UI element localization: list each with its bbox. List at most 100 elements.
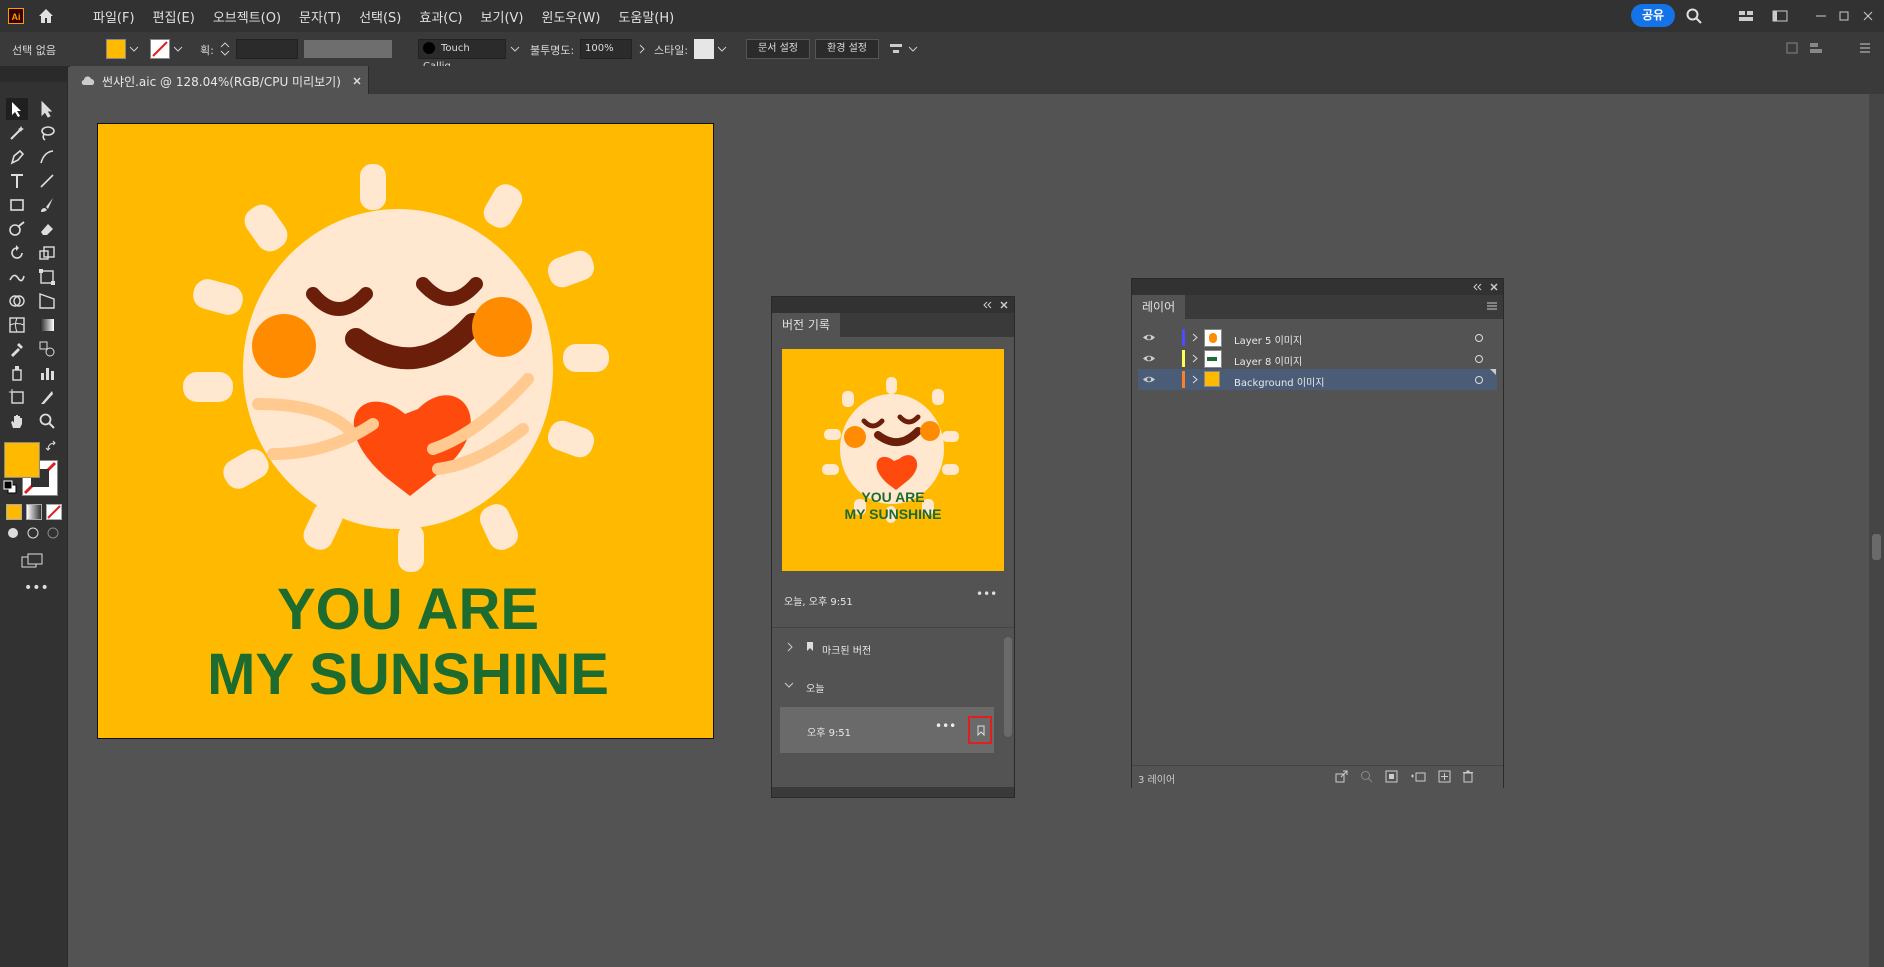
selection-tool[interactable] — [6, 98, 28, 120]
locate-object-icon[interactable] — [1360, 770, 1373, 783]
new-layer-icon[interactable] — [1438, 770, 1451, 783]
layer-name[interactable]: Layer 8 이미지 — [1234, 353, 1302, 368]
menu-edit[interactable]: 편집(E) — [144, 7, 204, 26]
chevron-right-icon[interactable] — [1192, 375, 1198, 384]
close-icon[interactable] — [1490, 283, 1498, 291]
menu-select[interactable]: 선택(S) — [350, 7, 410, 26]
fill-swatch[interactable] — [106, 39, 126, 59]
stroke-weight-field[interactable] — [236, 39, 298, 59]
line-tool[interactable] — [36, 170, 58, 192]
graphic-style-swatch[interactable] — [694, 39, 714, 59]
home-icon[interactable] — [36, 6, 56, 26]
menu-help[interactable]: 도움말(H) — [609, 7, 683, 26]
target-circle-icon[interactable] — [1474, 375, 1484, 385]
variable-width-profile[interactable] — [304, 40, 392, 58]
gradient-mode-button[interactable] — [26, 504, 42, 520]
chevron-down-icon[interactable] — [173, 44, 183, 54]
eye-icon[interactable] — [1142, 333, 1156, 342]
panel-menu-icon[interactable] — [1858, 41, 1872, 55]
panel-menu-icon[interactable] — [1486, 301, 1498, 311]
artboard[interactable]: YOU ARE MY SUNSHINE — [97, 123, 714, 739]
layer-row[interactable]: Layer 8 이미지 — [1138, 348, 1497, 369]
chevron-down-icon[interactable] — [510, 44, 520, 54]
entry-options-icon[interactable]: ••• — [935, 719, 956, 733]
document-setup-button[interactable]: 문서 설정 — [746, 39, 810, 59]
more-options-icon[interactable]: ••• — [976, 587, 997, 601]
marked-versions-label[interactable]: 마크된 버전 — [822, 642, 871, 657]
scrollbar-thumb[interactable] — [1872, 534, 1881, 560]
stroke-swatch[interactable] — [150, 39, 170, 59]
workspace-icon[interactable] — [1772, 8, 1788, 24]
blend-tool[interactable] — [36, 338, 58, 360]
export-icon[interactable] — [1335, 770, 1348, 783]
eye-icon[interactable] — [1142, 354, 1156, 363]
close-icon[interactable] — [1860, 8, 1876, 24]
more-tools-icon[interactable]: ••• — [24, 580, 49, 596]
menu-file[interactable]: 파일(F) — [84, 7, 144, 26]
version-entry[interactable]: 오후 9:51 ••• — [780, 707, 994, 753]
shaper-tool[interactable] — [6, 218, 28, 240]
version-thumbnail[interactable]: YOU ARE MY SUNSHINE — [782, 349, 1004, 571]
mark-version-button[interactable] — [968, 716, 992, 744]
minimize-icon[interactable] — [1813, 8, 1829, 24]
close-icon[interactable] — [1000, 301, 1008, 309]
chevron-right-icon[interactable] — [637, 44, 647, 54]
align-icon[interactable] — [888, 41, 904, 57]
chevron-down-icon[interactable] — [129, 44, 139, 54]
hand-tool[interactable] — [6, 410, 28, 432]
magic-wand-tool[interactable] — [6, 122, 28, 144]
draw-modes-icon[interactable] — [6, 526, 60, 540]
opacity-field[interactable]: 100% — [580, 39, 632, 59]
tab-version-history[interactable]: 버전 기록 — [772, 313, 840, 337]
paintbrush-tool[interactable] — [36, 194, 58, 216]
share-button[interactable]: 공유 — [1631, 4, 1675, 27]
target-circle-icon[interactable] — [1474, 333, 1484, 343]
collapse-icon[interactable] — [1472, 283, 1482, 291]
chevron-right-icon[interactable] — [1192, 354, 1198, 363]
none-mode-button[interactable] — [46, 504, 62, 520]
column-graph-tool[interactable] — [36, 362, 58, 384]
arrange-documents-icon[interactable] — [1738, 8, 1754, 24]
preferences-button[interactable]: 환경 설정 — [815, 39, 879, 59]
swap-arrows-icon[interactable] — [45, 440, 59, 454]
rotate-tool[interactable] — [6, 242, 28, 264]
close-tab-icon[interactable] — [352, 76, 362, 86]
chevron-down-icon[interactable] — [717, 44, 727, 54]
mesh-tool[interactable] — [6, 314, 28, 336]
trash-icon[interactable] — [1462, 770, 1474, 783]
layer-row-selected[interactable]: Background 이미지 — [1138, 369, 1497, 390]
tab-layers[interactable]: 레이어 — [1132, 295, 1186, 319]
arrange-icon[interactable] — [1808, 41, 1824, 55]
clipping-mask-icon[interactable] — [1385, 770, 1398, 783]
free-transform-tool[interactable] — [36, 266, 58, 288]
symbol-sprayer-tool[interactable] — [6, 362, 28, 384]
curvature-tool[interactable] — [36, 146, 58, 168]
chevron-right-icon[interactable] — [786, 642, 794, 652]
new-sublayer-icon[interactable] — [1410, 770, 1426, 783]
search-icon[interactable] — [1686, 8, 1702, 24]
perspective-grid-tool[interactable] — [36, 290, 58, 312]
menu-window[interactable]: 윈도우(W) — [533, 7, 610, 26]
layer-name[interactable]: Layer 5 이미지 — [1234, 332, 1302, 347]
menu-view[interactable]: 보기(V) — [472, 7, 533, 26]
rectangle-tool[interactable] — [6, 194, 28, 216]
artboard-tool[interactable] — [6, 386, 28, 408]
menu-effect[interactable]: 효과(C) — [410, 7, 471, 26]
slice-tool[interactable] — [36, 386, 58, 408]
transform-icon[interactable] — [1785, 41, 1799, 55]
eraser-tool[interactable] — [36, 218, 58, 240]
direct-selection-tool[interactable] — [36, 98, 58, 120]
type-tool[interactable] — [6, 170, 28, 192]
gradient-tool[interactable] — [36, 314, 58, 336]
brush-definition[interactable]: Touch Callig... — [418, 39, 506, 72]
menu-type[interactable]: 문자(T) — [290, 7, 350, 26]
color-mode-button[interactable] — [6, 504, 22, 520]
screen-mode-icon[interactable] — [20, 552, 44, 570]
fill-color-front[interactable] — [4, 442, 40, 478]
warp-tool[interactable] — [6, 266, 28, 288]
menu-object[interactable]: 오브젝트(O) — [204, 7, 290, 26]
collapse-icon[interactable] — [982, 301, 992, 309]
chevron-down-icon[interactable] — [908, 44, 918, 54]
document-tab[interactable]: 썬샤인.aic @ 128.04%(RGB/CPU 미리보기) — [70, 66, 369, 94]
vertical-scrollbar[interactable] — [1869, 94, 1884, 967]
